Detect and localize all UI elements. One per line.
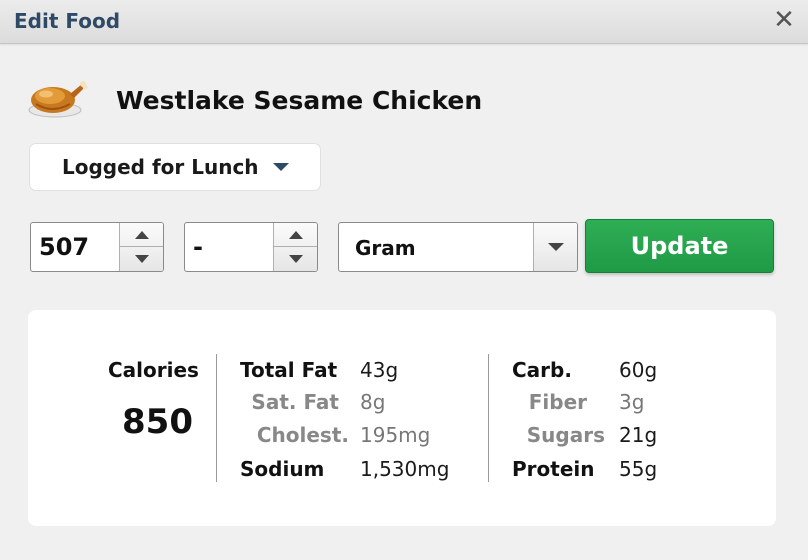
arrow-down-icon xyxy=(289,255,303,263)
unit-dropdown-label: Gram xyxy=(355,236,416,260)
fiber-value: 3g xyxy=(619,390,645,414)
close-icon[interactable]: ✕ xyxy=(772,6,796,34)
carb-label: Carb. xyxy=(512,358,572,382)
nutrition-panel: Calories 850 Total Fat 43g Sat. Fat 8g C… xyxy=(28,310,776,526)
chevron-down-icon[interactable] xyxy=(273,163,289,171)
chevron-down-icon xyxy=(548,243,564,251)
fraction-stepper[interactable]: - xyxy=(184,222,318,272)
cholesterol-label: Cholest. xyxy=(256,423,349,447)
quantity-stepper-buttons xyxy=(119,223,163,271)
update-button[interactable]: Update xyxy=(585,219,774,273)
total-fat-label: Total Fat xyxy=(240,358,338,382)
sodium-value: 1,530mg xyxy=(360,457,450,481)
arrow-up-icon xyxy=(135,231,149,239)
calories-value: 850 xyxy=(122,402,193,442)
cholesterol-value: 195mg xyxy=(360,423,431,447)
dialog-title: Edit Food xyxy=(14,9,121,33)
fraction-decrement-button[interactable] xyxy=(274,247,317,271)
protein-value: 55g xyxy=(619,457,658,481)
arrow-up-icon xyxy=(289,231,303,239)
unit-dropdown-arrow[interactable] xyxy=(533,223,577,271)
sodium-label: Sodium xyxy=(240,457,325,481)
fraction-stepper-buttons xyxy=(273,223,317,271)
unit-dropdown[interactable]: Gram xyxy=(338,222,578,272)
sat-fat-label: Sat. Fat xyxy=(251,390,339,414)
divider xyxy=(216,354,217,482)
total-fat-value: 43g xyxy=(360,358,399,382)
food-name: Westlake Sesame Chicken xyxy=(116,86,483,115)
fiber-label: Fiber xyxy=(528,390,587,414)
quantity-stepper[interactable]: 507 xyxy=(30,222,164,272)
sugars-value: 21g xyxy=(619,423,658,447)
roast-chicken-icon xyxy=(28,81,88,118)
quantity-decrement-button[interactable] xyxy=(120,247,163,271)
arrow-down-icon xyxy=(135,255,149,263)
dialog-titlebar: Edit Food ✕ xyxy=(0,0,808,44)
divider xyxy=(488,354,489,482)
fraction-value[interactable]: - xyxy=(193,233,203,261)
quantity-increment-button[interactable] xyxy=(120,223,163,247)
meal-dropdown-label: Logged for Lunch xyxy=(62,155,259,179)
fraction-increment-button[interactable] xyxy=(274,223,317,247)
sat-fat-value: 8g xyxy=(360,390,386,414)
sugars-label: Sugars xyxy=(526,423,605,447)
protein-label: Protein xyxy=(512,457,595,481)
calories-label: Calories xyxy=(108,358,199,382)
quantity-value[interactable]: 507 xyxy=(39,233,89,261)
carb-value: 60g xyxy=(619,358,658,382)
